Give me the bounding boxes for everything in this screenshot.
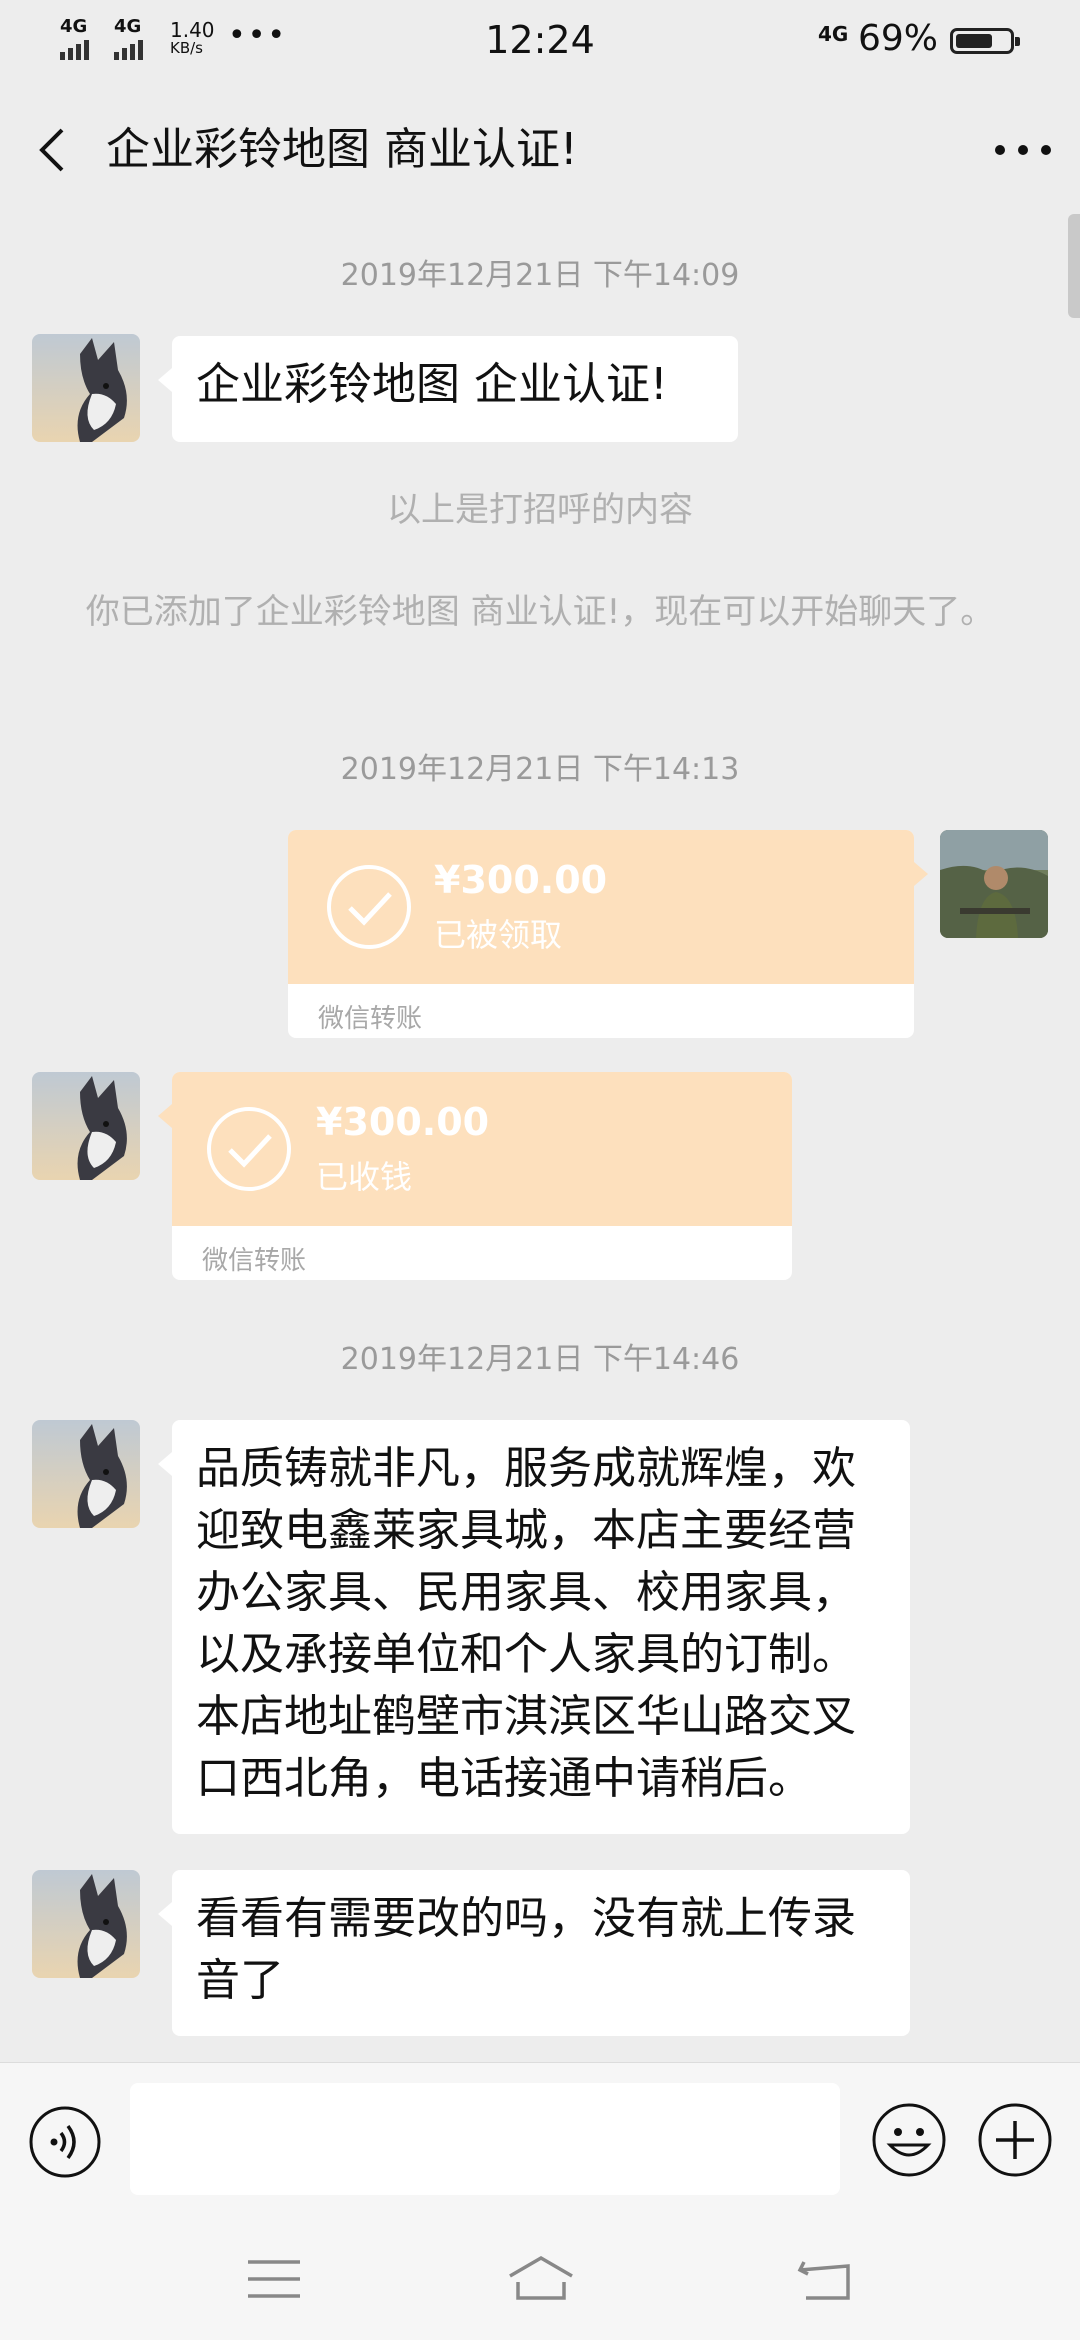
transfer-card-sent[interactable]: ¥300.00 已被领取 微信转账 <box>288 830 928 1038</box>
avatar-soldier[interactable] <box>940 830 1048 938</box>
battery-icon <box>950 28 1020 54</box>
message-bubble: 品质铸就非凡，服务成就辉煌，欢迎致电鑫莱家具城，本店主要经营办公家具、民用家具、… <box>158 1420 910 1834</box>
transfer-status: 已被领取 <box>434 916 563 954</box>
check-icon <box>327 865 411 949</box>
avatar-husky[interactable] <box>32 1072 140 1180</box>
menu-icon[interactable] <box>244 2252 304 2306</box>
input-bar <box>0 2062 1080 2219</box>
more-icon[interactable] <box>990 122 1056 178</box>
emoji-icon[interactable] <box>870 2101 948 2179</box>
timestamp: 2019年12月21日 下午14:09 <box>340 258 740 293</box>
system-message: 以上是打招呼的内容 <box>387 490 693 530</box>
system-nav-bar <box>0 2218 1080 2340</box>
home-icon[interactable] <box>506 2252 576 2306</box>
message-input[interactable] <box>130 2083 840 2195</box>
system-message: 你已添加了企业彩铃地图 商业认证!，现在可以开始聊天了。 <box>85 592 995 632</box>
chat-title: 企业彩铃地图 商业认证! <box>106 124 578 175</box>
transfer-amount: ¥300.00 <box>434 858 608 902</box>
battery-percent: 69% <box>858 18 939 59</box>
avatar-husky[interactable] <box>32 334 140 442</box>
timestamp: 2019年12月21日 下午14:13 <box>340 752 740 787</box>
avatar-husky[interactable] <box>32 1870 140 1978</box>
status-bar: 4G 4G 1.40 KB/s ••• 12:24 4G 69% <box>0 0 1080 80</box>
avatar-husky[interactable] <box>32 1420 140 1528</box>
transfer-amount: ¥300.00 <box>316 1100 490 1144</box>
chat-header: 企业彩铃地图 商业认证! <box>0 100 1080 200</box>
transfer-card-received[interactable]: ¥300.00 已收钱 微信转账 <box>158 1072 792 1280</box>
check-icon <box>207 1107 291 1191</box>
transfer-label: 微信转账 <box>318 1004 423 1034</box>
add-icon[interactable] <box>976 2101 1054 2179</box>
back-nav-icon[interactable] <box>796 2252 856 2306</box>
transfer-label: 微信转账 <box>202 1246 307 1276</box>
voice-icon[interactable] <box>28 2105 102 2179</box>
transfer-status: 已收钱 <box>316 1158 413 1196</box>
message-bubble: 企业彩铃地图 企业认证! <box>158 336 738 442</box>
timestamp: 2019年12月21日 下午14:46 <box>340 1342 740 1377</box>
message-bubble: 看看有需要改的吗，没有就上传录音了 <box>158 1870 910 2036</box>
signal-icon-right: 4G <box>818 22 849 46</box>
back-icon[interactable] <box>26 122 82 178</box>
